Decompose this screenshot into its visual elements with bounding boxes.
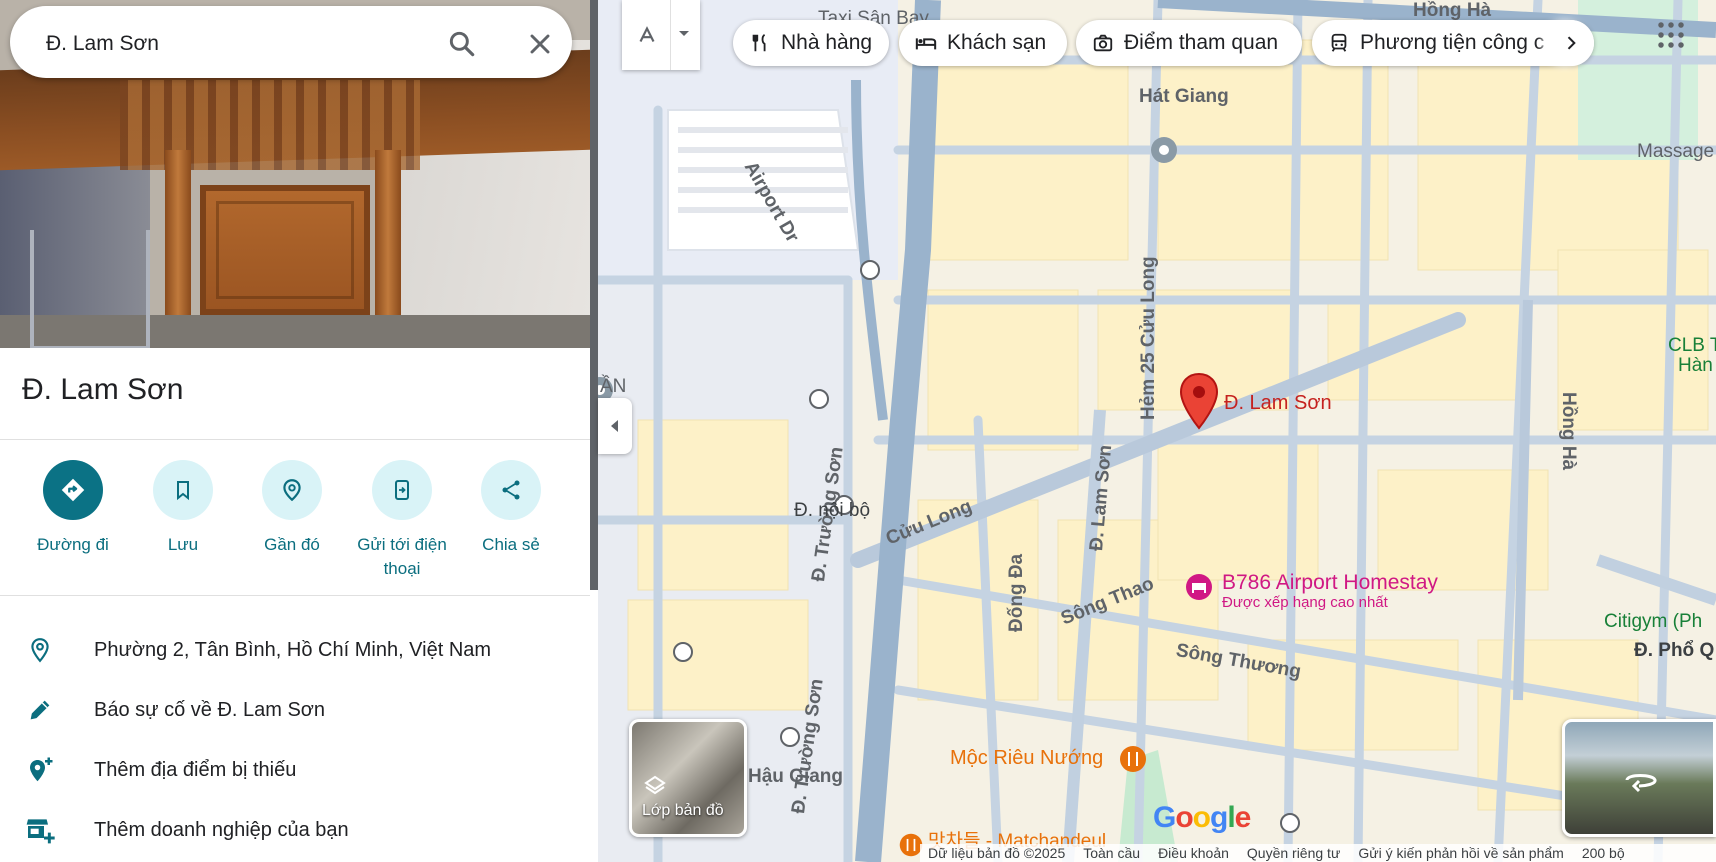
close-button[interactable] bbox=[524, 28, 556, 60]
add-business-text: Thêm doanh nghiệp của bạn bbox=[94, 818, 349, 841]
poi-label-massage: Massage & Spa - YUBII bbox=[1637, 141, 1716, 162]
map-type-dropdown[interactable] bbox=[622, 0, 700, 70]
chip-hotels-label: Khách sạn bbox=[947, 31, 1047, 54]
collapse-panel-button[interactable] bbox=[598, 398, 632, 454]
chip-attractions-label: Điểm tham quan bbox=[1124, 31, 1279, 54]
add-business-icon bbox=[24, 814, 56, 846]
street-view-thumbnail[interactable] bbox=[1562, 719, 1716, 837]
caret-left-icon bbox=[611, 420, 618, 432]
restaurant-poi-icon[interactable] bbox=[1118, 744, 1148, 774]
street-label-dong-da: Đống Đa bbox=[1006, 553, 1027, 632]
pencil-icon bbox=[24, 694, 56, 726]
layers-button[interactable]: Lớp bản đồ bbox=[629, 719, 747, 837]
maps-app: Đ. Lam Sơn Đường đi Lưu Gần đó Gửi tới đ… bbox=[0, 0, 1716, 862]
footer-privacy-link[interactable]: Quyền riêng tư bbox=[1247, 845, 1340, 861]
homestay-subtitle: Được xếp hạng cao nhất bbox=[1222, 594, 1388, 611]
share-icon bbox=[481, 460, 541, 520]
search-box bbox=[10, 6, 572, 78]
send-to-phone-icon bbox=[372, 460, 432, 520]
add-location-icon bbox=[24, 754, 56, 786]
search-icon bbox=[449, 31, 475, 57]
photo-pillar-left bbox=[165, 150, 191, 340]
street-label-hong-ha-top: Hồng Hà bbox=[1413, 0, 1492, 21]
directions-label: Đường đi bbox=[37, 535, 109, 554]
poi-label-han: Hàn bbox=[1678, 355, 1713, 376]
rotate-360-icon bbox=[1625, 774, 1657, 793]
location-pin-icon bbox=[24, 634, 56, 666]
add-business-row[interactable]: Thêm doanh nghiệp của bạn bbox=[0, 800, 590, 860]
search-button[interactable] bbox=[446, 28, 478, 60]
footer-global-link[interactable]: Toàn cầu bbox=[1083, 845, 1140, 861]
poi-label-citigym: Citigym (Ph bbox=[1604, 611, 1703, 632]
report-issue-text: Báo sự cố về Đ. Lam Sơn bbox=[94, 698, 326, 721]
chip-attractions[interactable]: Điểm tham quan bbox=[1076, 20, 1302, 66]
restaurant-label-moc-rieu[interactable]: Mộc Riêu Nướng bbox=[950, 747, 1103, 770]
homestay-title[interactable]: B786 Airport Homestay bbox=[1222, 571, 1438, 595]
footer-terms-link[interactable]: Điều khoản bbox=[1158, 845, 1229, 861]
share-label: Chia sẻ bbox=[482, 535, 540, 554]
save-button[interactable]: Lưu bbox=[123, 460, 243, 557]
poi-label-an-partial: ẦN bbox=[600, 376, 627, 397]
send-to-phone-button[interactable]: Gửi tới điện thoại bbox=[342, 460, 462, 581]
nearby-icon bbox=[262, 460, 322, 520]
address-text: Phường 2, Tân Bình, Hồ Chí Minh, Việt Na… bbox=[94, 638, 492, 661]
add-missing-place-row[interactable]: Thêm địa điểm bị thiếu bbox=[0, 740, 590, 800]
street-label-hem25: Hẻm 25 Cửu Long bbox=[1138, 256, 1159, 420]
address-row[interactable]: Phường 2, Tân Bình, Hồ Chí Minh, Việt Na… bbox=[0, 620, 590, 680]
hotel-poi-icon[interactable] bbox=[1184, 572, 1214, 602]
google-logo: Google bbox=[1153, 801, 1251, 834]
transit-icon bbox=[1326, 30, 1352, 56]
photo-pillar-right bbox=[375, 150, 401, 340]
chip-restaurants[interactable]: Nhà hàng bbox=[733, 20, 889, 66]
chip-transit-label: Phương tiện công c bbox=[1360, 31, 1545, 54]
chevron-down-icon bbox=[679, 31, 689, 36]
chip-restaurants-label: Nhà hàng bbox=[781, 31, 873, 54]
send-to-phone-label: Gửi tới điện thoại bbox=[357, 535, 447, 578]
divider bbox=[0, 439, 590, 440]
chevron-right-icon bbox=[1567, 36, 1576, 50]
layers-icon bbox=[644, 775, 666, 795]
divider bbox=[670, 0, 671, 70]
nearby-label: Gần đó bbox=[264, 535, 320, 554]
camera-icon bbox=[1090, 30, 1116, 56]
chips-scroll-right-button[interactable] bbox=[1548, 20, 1594, 66]
hotel-icon bbox=[913, 30, 939, 56]
nearby-button[interactable]: Gần đó bbox=[232, 460, 352, 557]
panel-scrollbar[interactable] bbox=[590, 0, 598, 590]
street-label-pho-q: Đ. Phổ Q bbox=[1634, 640, 1715, 661]
footer-scale[interactable]: 200 bộ bbox=[1582, 845, 1625, 861]
place-pin-icon[interactable] bbox=[1178, 372, 1220, 432]
poi-label-clb: CLB T bbox=[1668, 335, 1716, 356]
close-icon bbox=[530, 34, 550, 54]
photo-scaffold bbox=[30, 230, 150, 348]
directions-icon bbox=[43, 460, 103, 520]
layers-label: Lớp bản đồ bbox=[642, 802, 724, 819]
place-panel: Đ. Lam Sơn Đường đi Lưu Gần đó Gửi tới đ… bbox=[0, 0, 590, 862]
footer-map-data: Dữ liệu bản đồ ©2025 bbox=[928, 845, 1066, 861]
apps-grid-icon[interactable] bbox=[1656, 20, 1686, 50]
add-missing-place-text: Thêm địa điểm bị thiếu bbox=[94, 758, 297, 781]
map-canvas[interactable]: Hát Giang Massage & Spa - YUBII Airport … bbox=[598, 0, 1716, 862]
search-input[interactable] bbox=[46, 32, 406, 56]
map-footer: Dữ liệu bản đồ ©2025 Toàn cầu Điều khoản… bbox=[920, 844, 1716, 862]
divider bbox=[0, 595, 590, 596]
map-base-layer bbox=[598, 0, 1716, 862]
street-label-hong-ha-right: Hồng Hà bbox=[1558, 392, 1579, 471]
street-label-noi-bo: Đ. nội bộ bbox=[794, 500, 871, 521]
photo-wooden-door bbox=[200, 185, 370, 315]
report-issue-row[interactable]: Báo sự cố về Đ. Lam Sơn bbox=[0, 680, 590, 740]
text-format-icon bbox=[639, 26, 655, 42]
directions-button[interactable]: Đường đi bbox=[13, 460, 133, 557]
bookmark-icon bbox=[153, 460, 213, 520]
share-button[interactable]: Chia sẻ bbox=[451, 460, 571, 557]
footer-feedback-link[interactable]: Gửi ý kiến phản hồi về sản phẩm bbox=[1358, 845, 1564, 861]
restaurant-icon bbox=[747, 30, 773, 56]
pin-label: Đ. Lam Sơn bbox=[1224, 392, 1332, 414]
save-label: Lưu bbox=[167, 535, 199, 554]
street-label-hat-giang: Hát Giang bbox=[1139, 86, 1229, 107]
chip-hotels[interactable]: Khách sạn bbox=[899, 20, 1067, 66]
street-label-hau-giang: Hậu Giang bbox=[748, 766, 844, 787]
place-title: Đ. Lam Sơn bbox=[22, 373, 184, 406]
